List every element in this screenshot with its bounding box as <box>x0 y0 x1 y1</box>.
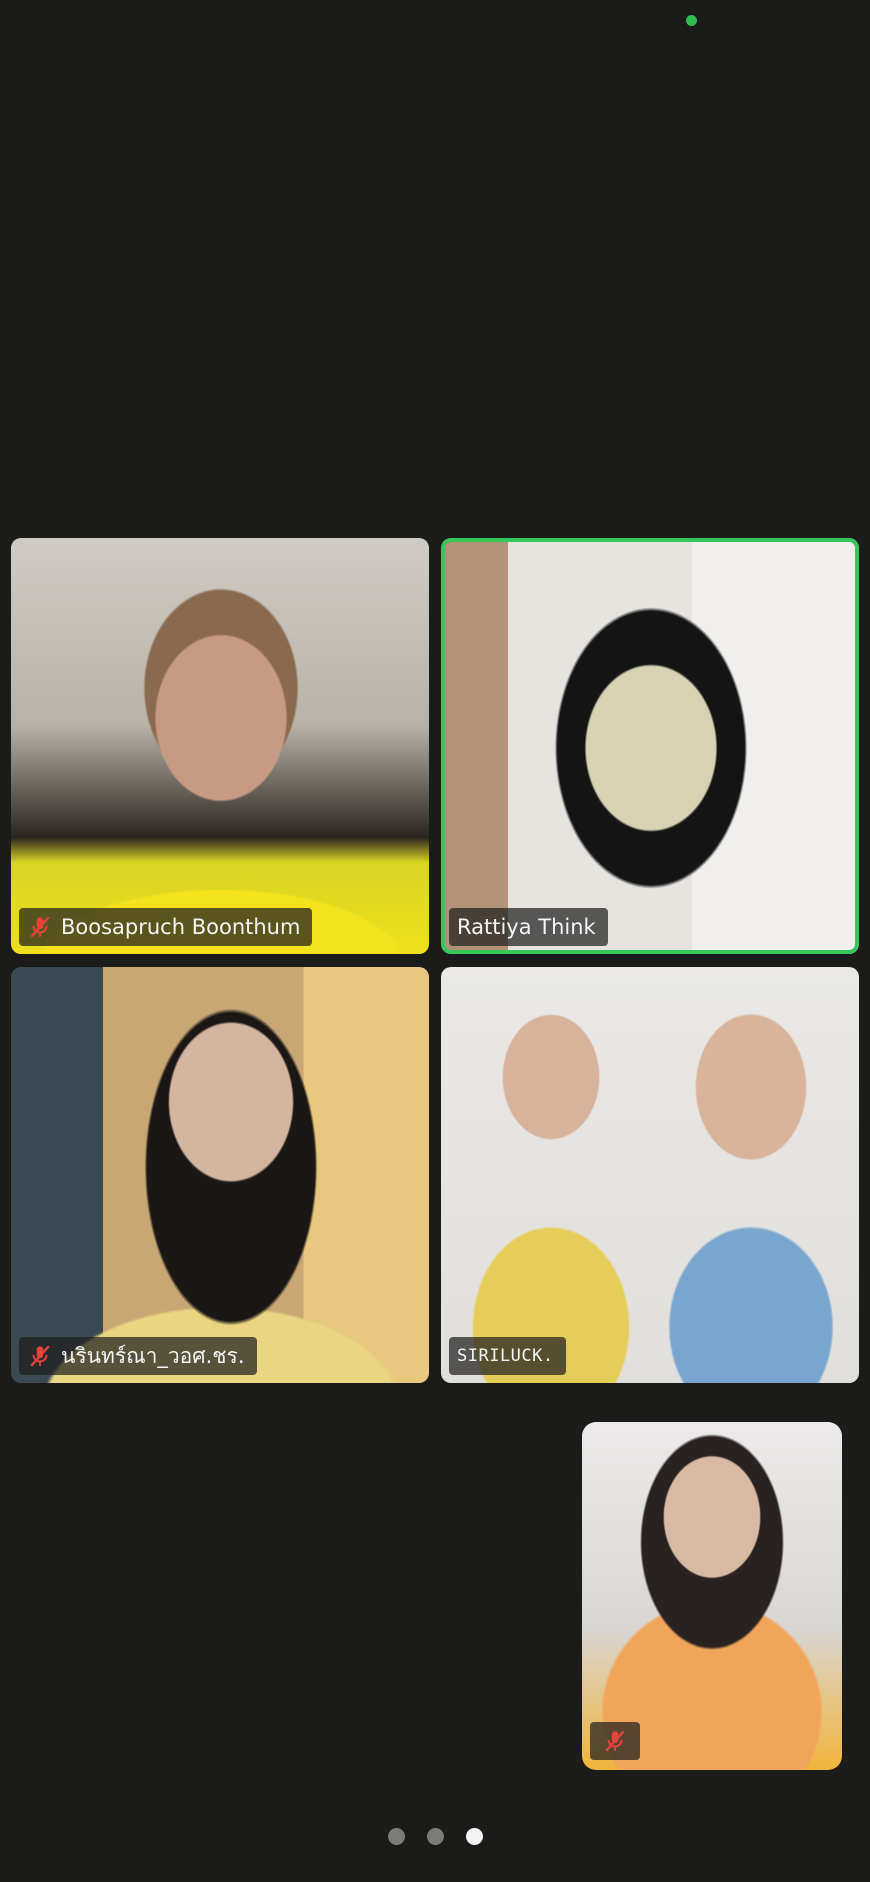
participant-name: SIRILUCK. <box>457 1346 554 1366</box>
participant-name: Rattiya Think <box>457 915 596 939</box>
participant-tile-siriluck[interactable]: SIRILUCK. <box>441 967 859 1383</box>
participant-name-badge: Boosapruch Boonthum <box>19 908 313 946</box>
recording-status-dot <box>686 15 697 26</box>
participant-name: นรินทร์ณา_วอศ.ชร. <box>61 1343 245 1368</box>
mic-off-icon <box>30 916 50 938</box>
self-video <box>582 1422 842 1770</box>
page-indicator <box>0 1828 870 1845</box>
self-view-tile[interactable] <box>582 1422 842 1770</box>
participant-tile-rattiya[interactable]: Rattiya Think <box>441 538 859 954</box>
participant-tile-narinna[interactable]: นรินทร์ณา_วอศ.ชร. <box>11 967 429 1383</box>
participant-video <box>11 538 429 954</box>
participant-video <box>441 967 859 1383</box>
participant-name-badge: Rattiya Think <box>449 908 608 946</box>
participant-video <box>11 967 429 1383</box>
mic-off-icon <box>30 1345 50 1367</box>
participant-name-badge: นรินทร์ณา_วอศ.ชร. <box>19 1337 257 1375</box>
page-dot-2[interactable] <box>426 1828 444 1845</box>
participant-tile-boosapruch[interactable]: Boosapruch Boonthum <box>11 538 429 954</box>
self-mute-badge <box>590 1722 640 1760</box>
mic-off-icon <box>605 1730 625 1752</box>
participant-name-badge: SIRILUCK. <box>449 1337 566 1375</box>
page-dot-3-current[interactable] <box>465 1828 483 1845</box>
participant-video <box>441 538 859 954</box>
page-dot-1[interactable] <box>387 1828 405 1845</box>
participant-name: Boosapruch Boonthum <box>61 915 301 939</box>
video-meeting-screen: Boosapruch Boonthum Rattiya Think นรินทร… <box>0 0 870 1882</box>
